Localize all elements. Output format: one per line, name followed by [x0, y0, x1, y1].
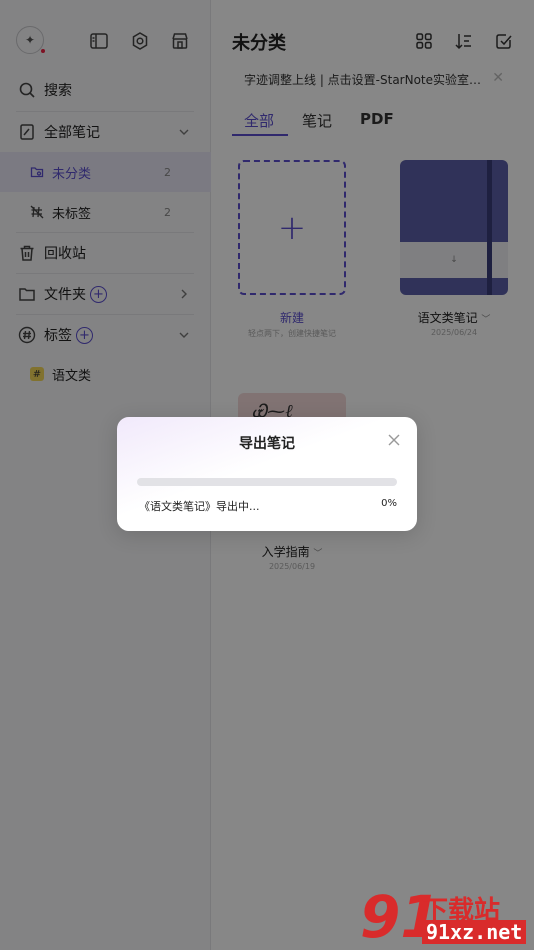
progress-bar	[137, 478, 397, 486]
export-status: 《语文类笔记》导出中...	[139, 500, 260, 513]
progress-percent: 0%	[381, 498, 397, 509]
watermark-bottom-text: 91xz.net	[422, 920, 527, 944]
close-icon[interactable]	[387, 433, 401, 447]
export-dialog: 导出笔记 《语文类笔记》导出中... 0%	[117, 417, 417, 531]
dialog-title: 导出笔记	[239, 436, 295, 452]
site-watermark: 91 下载站 91xz.net	[360, 888, 530, 948]
